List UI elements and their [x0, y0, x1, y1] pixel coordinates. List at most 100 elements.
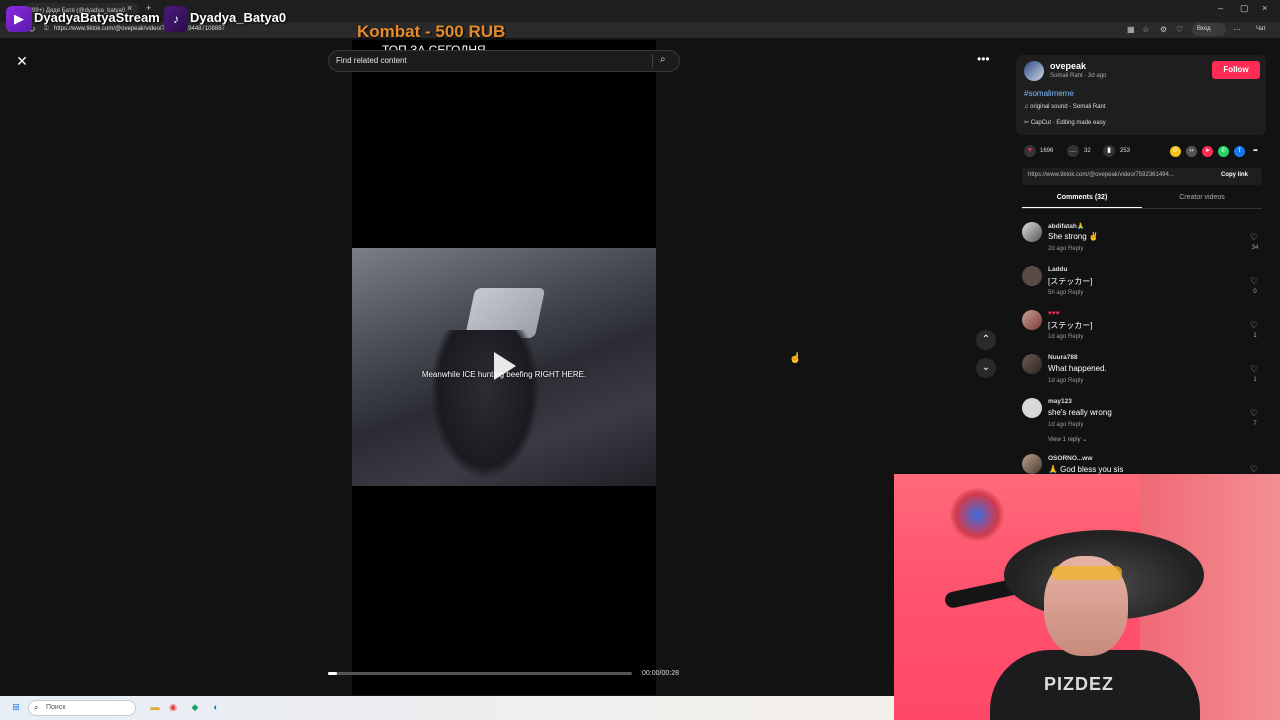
edge-icon[interactable]: ◐ — [209, 700, 223, 714]
search-input[interactable]: Find related content — [336, 56, 407, 65]
comment-avatar[interactable] — [1022, 310, 1042, 330]
play-icon[interactable] — [494, 352, 516, 380]
embed-icon[interactable]: ‹› — [1186, 146, 1197, 157]
webcam-glasses — [1052, 566, 1122, 580]
tiktok-logo-icon: ♪ — [164, 6, 188, 32]
video-time: 00:00/00:28 — [642, 670, 679, 677]
bookmark-icon[interactable]: ▮ — [1103, 145, 1115, 157]
comment-user[interactable]: OSORNO...ww — [1048, 455, 1092, 462]
extensions-icon[interactable]: ⚙ — [1160, 25, 1167, 34]
comment-avatar[interactable] — [1022, 398, 1042, 418]
taskbar-search-label: Поиск — [46, 704, 66, 711]
comment-like-icon[interactable]: ♡ — [1250, 320, 1258, 331]
sound-link[interactable]: ♫ original sound - Somali Rant — [1024, 104, 1106, 110]
comment-text: she's really wrong — [1048, 408, 1112, 417]
comment-like-icon[interactable]: ♡ — [1250, 276, 1258, 287]
comment-text: [ステッカー] — [1048, 321, 1093, 330]
file-explorer-icon[interactable]: ▬ — [148, 700, 162, 714]
video-person — [430, 330, 540, 480]
chrome-icon[interactable]: ◉ — [166, 700, 180, 714]
progress-bar[interactable] — [328, 672, 632, 675]
comment-user[interactable]: may123 — [1048, 398, 1072, 405]
more-options-icon[interactable]: ••• — [977, 52, 990, 66]
comment-meta[interactable]: 1d ago Reply — [1048, 422, 1083, 428]
repost-icon[interactable]: ⟳ — [1170, 146, 1181, 157]
tab-creator-videos[interactable]: Creator videos — [1142, 194, 1262, 201]
stream-name: DyadyaBatyaStream — [34, 10, 160, 25]
copilot-chat-button[interactable]: Чат — [1250, 24, 1278, 36]
profile-button[interactable]: Вход — [1192, 23, 1226, 36]
copy-link-button[interactable]: Copy link — [1221, 172, 1248, 178]
close-window-icon[interactable]: × — [1262, 3, 1267, 13]
app-icon[interactable]: ◆ — [188, 700, 202, 714]
share-link-url[interactable]: https://www.tiktok.com/@ovepeak/video/75… — [1028, 172, 1174, 178]
avatar[interactable] — [1024, 61, 1044, 81]
apps-icon[interactable]: ▦ — [1127, 25, 1135, 34]
like-icon[interactable]: ♥ — [1024, 145, 1036, 157]
webcam-overlay: PIZDEZ — [894, 474, 1280, 720]
comment-user[interactable]: Laddu — [1048, 266, 1068, 273]
facebook-icon[interactable]: f — [1234, 146, 1245, 157]
mouse-cursor-icon: ☝ — [789, 353, 802, 364]
comment-meta[interactable]: 1d ago Reply — [1048, 378, 1083, 384]
taskbar-search[interactable] — [28, 700, 136, 716]
tab-active-indicator — [1022, 207, 1142, 208]
chevron-up-icon[interactable]: ⌃ — [976, 330, 996, 350]
comment-like-count: 0 — [1253, 289, 1257, 295]
windows-start-icon[interactable]: ⊞ — [9, 700, 23, 714]
comment-avatar[interactable] — [1022, 222, 1042, 242]
comment-like-count: 1 — [1253, 377, 1257, 383]
comment-user[interactable]: abdifatah🙏 — [1048, 222, 1085, 230]
view-replies-link[interactable]: View 1 reply ⌄ — [1048, 436, 1087, 443]
comment-like-count: 7 — [1253, 421, 1257, 427]
comment-text: What happened. — [1048, 364, 1107, 373]
post-meta: Somali Rant · 3d ago — [1050, 73, 1107, 79]
comment-user[interactable]: Nuura788 — [1048, 354, 1078, 361]
channel-name: Dyadya_Batya0 — [190, 10, 287, 25]
tab-comments[interactable]: Comments (32) — [1022, 194, 1142, 201]
comment-meta[interactable]: 1d ago Reply — [1048, 334, 1083, 340]
kombat-banner: Kombat - 500 RUB — [357, 22, 506, 41]
follow-button[interactable]: Follow — [1212, 61, 1260, 79]
comment-avatar[interactable] — [1022, 354, 1042, 374]
menu-dots-icon[interactable]: ⋯ — [1233, 25, 1241, 34]
maximize-icon[interactable]: ▢ — [1240, 3, 1249, 14]
comment-like-count: 34 — [1251, 245, 1259, 251]
send-icon[interactable]: ➤ — [1202, 146, 1213, 157]
author-name[interactable]: ovepeak — [1050, 61, 1086, 71]
comment-avatar[interactable] — [1022, 266, 1042, 286]
url-text[interactable]: https://www.tiktok.com/@ovepeak/video/75… — [54, 26, 225, 32]
comment-text: [ステッカー] — [1048, 277, 1093, 286]
comment-meta[interactable]: 5h ago Reply — [1048, 290, 1083, 296]
comment-count: 32 — [1084, 148, 1091, 154]
whatsapp-icon[interactable]: ✆ — [1218, 146, 1229, 157]
star-icon[interactable]: ☆ — [1142, 25, 1149, 34]
search-icon[interactable]: ⌕ — [660, 54, 666, 65]
stream-logo-icon: ▶ — [6, 6, 32, 32]
comment-icon[interactable]: … — [1067, 145, 1079, 157]
chevron-down-icon[interactable]: ⌄ — [976, 358, 996, 378]
webcam-shirt-text: PIZDEZ — [1044, 674, 1115, 694]
progress-fill — [328, 672, 338, 675]
favorites-icon[interactable]: ♡ — [1176, 25, 1183, 34]
search-icon: ⌕ — [34, 703, 39, 712]
tab-divider — [1022, 208, 1262, 209]
minimize-icon[interactable]: – — [1218, 3, 1223, 13]
comment-like-count: 1 — [1253, 333, 1257, 339]
capcut-link[interactable]: ✂ CapCut · Editing made easy — [1024, 119, 1106, 126]
search-divider — [652, 54, 653, 68]
share-icon[interactable]: ➦ — [1250, 146, 1261, 157]
comment-text: 🙏 God bless you sis — [1048, 465, 1124, 474]
lock-icon: ⚿ — [44, 26, 49, 32]
like-count: 1696 — [1040, 148, 1054, 154]
comment-like-icon[interactable]: ♡ — [1250, 408, 1258, 419]
save-count: 253 — [1120, 148, 1131, 154]
comment-like-icon[interactable]: ♡ — [1250, 364, 1258, 375]
comment-text: She strong ✌ — [1048, 232, 1099, 241]
comment-user[interactable]: ♥♥♥ — [1048, 310, 1060, 317]
comment-avatar[interactable] — [1022, 454, 1042, 474]
hashtag-link[interactable]: #somalimeme — [1024, 89, 1074, 98]
close-icon[interactable]: ✕ — [12, 51, 32, 71]
comment-meta[interactable]: 2d ago Reply — [1048, 246, 1083, 252]
comment-like-icon[interactable]: ♡ — [1250, 232, 1258, 243]
